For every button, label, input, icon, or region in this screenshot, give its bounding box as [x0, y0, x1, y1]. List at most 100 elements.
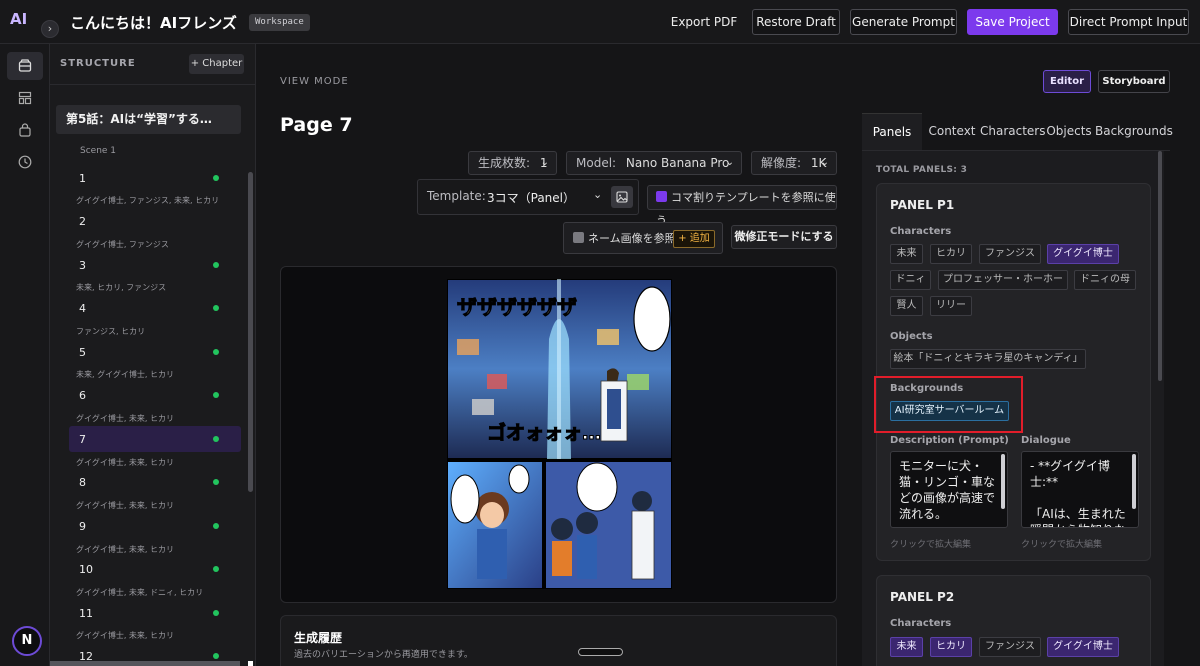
page-row-9[interactable]: 9: [69, 513, 241, 539]
scene-label: Scene 1: [80, 146, 117, 156]
name-image-reference-checkbox[interactable]: ネーム画像を参照 + 追加: [563, 222, 723, 254]
chapter-title[interactable]: 第5話：AIは“学習”する…: [56, 105, 241, 134]
character-chip[interactable]: 賢人: [890, 296, 923, 316]
resolution-select[interactable]: 解像度: 1K ⌄: [751, 151, 837, 175]
page-row-2[interactable]: 2: [69, 208, 241, 234]
page-row-11[interactable]: 11: [69, 600, 241, 626]
dialogue-label: Dialogue: [1021, 435, 1071, 446]
tab-objects[interactable]: Objects: [1045, 113, 1093, 150]
sfx-top-text: ザザザザザザ: [457, 295, 577, 319]
restore-draft-button[interactable]: Restore Draft: [752, 9, 840, 35]
project-title: こんにちは！AIフレンズ: [70, 14, 237, 32]
panel-title: PANEL P2: [890, 590, 955, 604]
status-dot: [213, 479, 219, 485]
page-row-5[interactable]: 5: [69, 339, 241, 365]
character-chip[interactable]: ファンジス: [979, 637, 1041, 657]
character-chip[interactable]: リリー: [930, 296, 972, 316]
page-characters: グイグイ博士, 未来, ヒカリ: [76, 501, 175, 510]
resolution-label: 解像度:: [761, 156, 802, 170]
layers-icon[interactable]: [7, 52, 43, 80]
comic-page-image[interactable]: ザザザザザザ ゴオォォォ…: [446, 278, 673, 590]
page-number: 2: [79, 215, 86, 228]
editor-mode-button[interactable]: Editor: [1043, 70, 1091, 93]
description-textarea[interactable]: モニターに犬・猫・リンゴ・車などの画像が高速で流れる。: [890, 451, 1008, 528]
direct-prompt-input-button[interactable]: Direct Prompt Input: [1068, 9, 1189, 35]
tab-backgrounds[interactable]: Backgrounds: [1095, 113, 1173, 150]
page-row-4[interactable]: 4: [69, 295, 241, 321]
page-number: 5: [79, 346, 86, 359]
export-pdf-button[interactable]: Export PDF: [664, 9, 744, 35]
dialogue-textarea[interactable]: - **グイグイ博士:** 「AIは、生まれた瞬間から物知りなわけじゃない: [1021, 451, 1139, 528]
tab-context[interactable]: Context: [924, 113, 980, 150]
history-title: 生成履歴: [294, 631, 343, 645]
character-chip-selected[interactable]: ヒカリ: [930, 637, 972, 657]
panel-card-p1: PANEL P1 Characters 未来 ヒカリ ファンジス グイグイ博士 …: [876, 183, 1151, 561]
page-row-8[interactable]: 8: [69, 469, 241, 495]
tab-characters[interactable]: Characters: [980, 113, 1046, 150]
history-toggle[interactable]: [578, 648, 623, 656]
tab-panels[interactable]: Panels: [862, 113, 922, 150]
sidebar-horizontal-scrollbar[interactable]: [50, 661, 240, 666]
page-characters: グイグイ博士, ファンジス: [76, 240, 169, 249]
sfx-middle-text: ゴオォォォ…: [487, 421, 601, 444]
generation-count-select[interactable]: 生成枚数: 1 ⌄: [468, 151, 557, 175]
description-scrollbar[interactable]: [1001, 454, 1005, 509]
chevron-down-icon: ⌄: [593, 188, 603, 201]
panels-scrollbar[interactable]: [1158, 151, 1162, 381]
page-characters: グイグイ博士, 未来, ヒカリ: [76, 631, 175, 640]
collapse-sidebar-button[interactable]: ›: [41, 20, 59, 38]
generate-prompt-button[interactable]: Generate Prompt: [850, 9, 957, 35]
save-project-button[interactable]: Save Project: [967, 9, 1058, 35]
fine-tune-mode-button[interactable]: 微修正モードにする: [731, 225, 837, 249]
page-row-6[interactable]: 6: [69, 382, 241, 408]
model-label: Model:: [576, 156, 617, 170]
character-chip[interactable]: ドニィの母: [1074, 270, 1136, 290]
user-avatar[interactable]: N: [12, 626, 42, 656]
page-number: 11: [79, 607, 93, 620]
character-chip[interactable]: ヒカリ: [930, 244, 972, 264]
status-dot: [213, 305, 219, 311]
dialogue-scrollbar[interactable]: [1132, 454, 1136, 509]
model-select[interactable]: Model: Nano Banana Pro ⌄: [566, 151, 742, 175]
checkbox-checked-icon: [573, 232, 584, 243]
page-number: 7: [79, 433, 86, 446]
add-name-image-button[interactable]: + 追加: [673, 230, 715, 248]
top-bar: AI › こんにちは！AIフレンズ Workspace Export PDF R…: [0, 0, 1200, 44]
character-chip-selected[interactable]: 未来: [890, 637, 923, 657]
character-chip-selected[interactable]: グイグイ博士: [1047, 637, 1119, 657]
chevron-down-icon: ⌄: [725, 157, 734, 168]
page-row-1[interactable]: 1: [69, 165, 241, 191]
page-characters: グイグイ博士, 未来, ヒカリ: [76, 458, 175, 467]
sidebar-scrollbar[interactable]: [248, 172, 253, 492]
object-chip[interactable]: 絵本「ドニィとキラキラ星のキャンディ」: [890, 349, 1086, 369]
storyboard-mode-button[interactable]: Storyboard: [1098, 70, 1170, 93]
character-chip[interactable]: ファンジス: [979, 244, 1041, 264]
page-characters: グイグイ博士, ファンジス, 未来, ヒカリ: [76, 196, 220, 205]
character-chip-selected[interactable]: グイグイ博士: [1047, 244, 1119, 264]
backgrounds-highlight-box: [874, 376, 1023, 433]
page-row-10[interactable]: 10: [69, 556, 241, 582]
clock-icon[interactable]: [7, 148, 43, 176]
page-number: 10: [79, 563, 93, 576]
character-chip[interactable]: プロフェッサー・ホーホー: [938, 270, 1068, 290]
use-template-reference-checkbox[interactable]: コマ割りテンプレートを参照に使う: [647, 185, 837, 227]
layout-icon[interactable]: [7, 84, 43, 112]
template-value: 3コマ（Panel）: [487, 191, 576, 205]
status-dot: [213, 610, 219, 616]
page-characters: グイグイ博士, 未来, ヒカリ: [76, 545, 175, 554]
scroll-corner: [248, 661, 253, 666]
add-chapter-button[interactable]: + Chapter: [189, 54, 244, 74]
bag-icon[interactable]: [7, 116, 43, 144]
page-row-3[interactable]: 3: [69, 252, 241, 278]
template-selector[interactable]: Template: 3コマ（Panel） ⌄: [417, 179, 639, 215]
image-icon[interactable]: [611, 186, 633, 208]
status-dot: [213, 523, 219, 529]
name-image-reference-label: ネーム画像を参照: [588, 232, 676, 245]
workspace-badge: Workspace: [249, 14, 310, 31]
character-chip[interactable]: 未来: [890, 244, 923, 264]
generation-count-label: 生成枚数:: [478, 156, 531, 170]
panel-title: PANEL P1: [890, 198, 955, 212]
character-chip[interactable]: ドニィ: [890, 270, 931, 290]
view-mode-label: VIEW MODE: [280, 76, 349, 87]
page-row-7[interactable]: 7: [69, 426, 241, 452]
